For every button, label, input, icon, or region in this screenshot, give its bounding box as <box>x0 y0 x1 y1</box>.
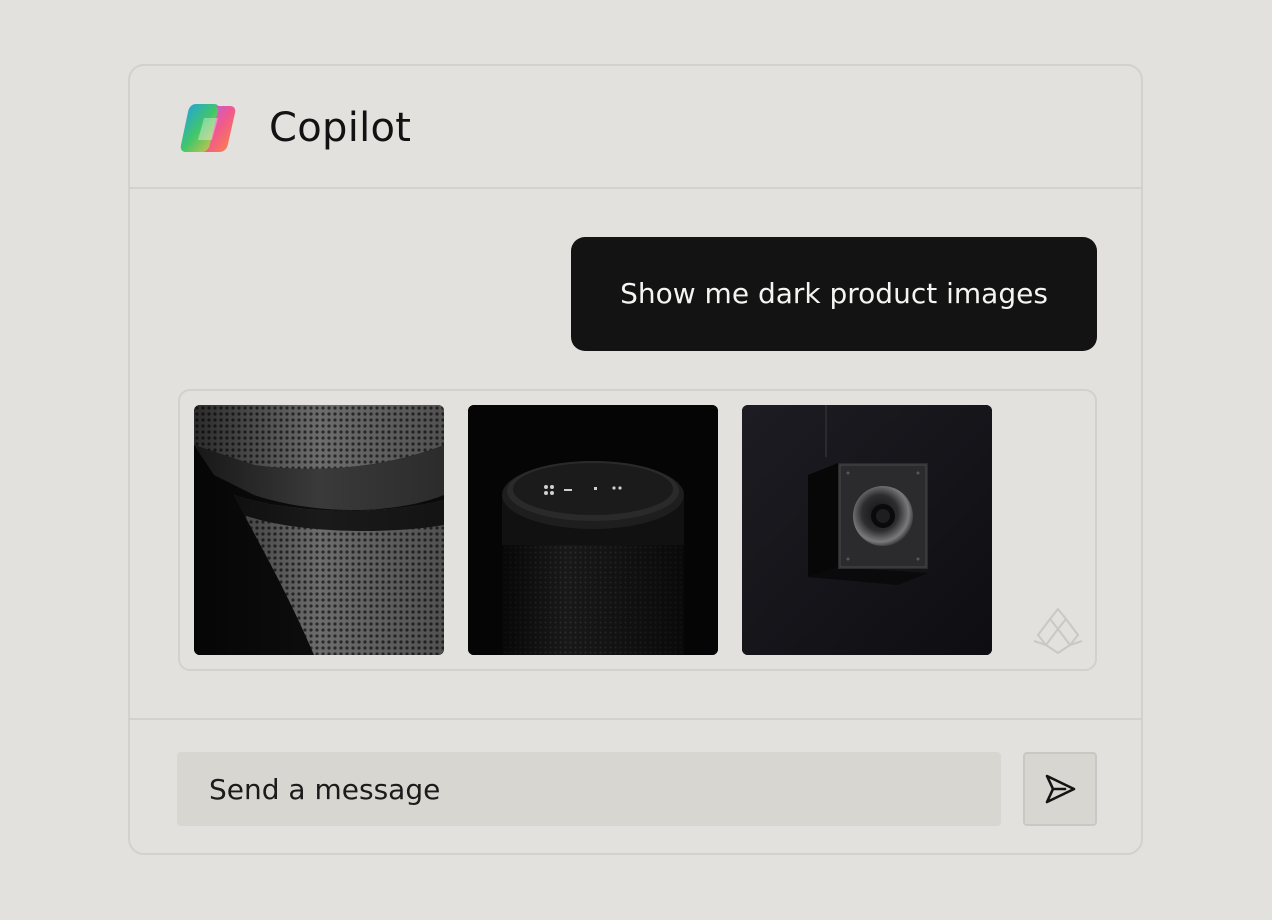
user-message-bubble: Show me dark product images <box>571 237 1097 351</box>
chat-window: Copilot Show me dark product images <box>128 64 1143 855</box>
send-icon <box>1025 772 1095 806</box>
image-results-gallery <box>178 389 1097 671</box>
speaker-mesh-closeup-image[interactable] <box>194 405 444 655</box>
message-input[interactable] <box>177 752 1001 826</box>
watermark-logo-icon <box>1030 605 1086 657</box>
chat-header: Copilot <box>130 66 1141 189</box>
copilot-logo-icon <box>178 100 238 156</box>
message-composer <box>130 718 1141 853</box>
hanging-cube-speaker-image[interactable] <box>742 405 992 655</box>
cylindrical-smart-speaker-image[interactable] <box>468 405 718 655</box>
app-title: Copilot <box>269 105 412 151</box>
send-button[interactable] <box>1023 752 1097 826</box>
